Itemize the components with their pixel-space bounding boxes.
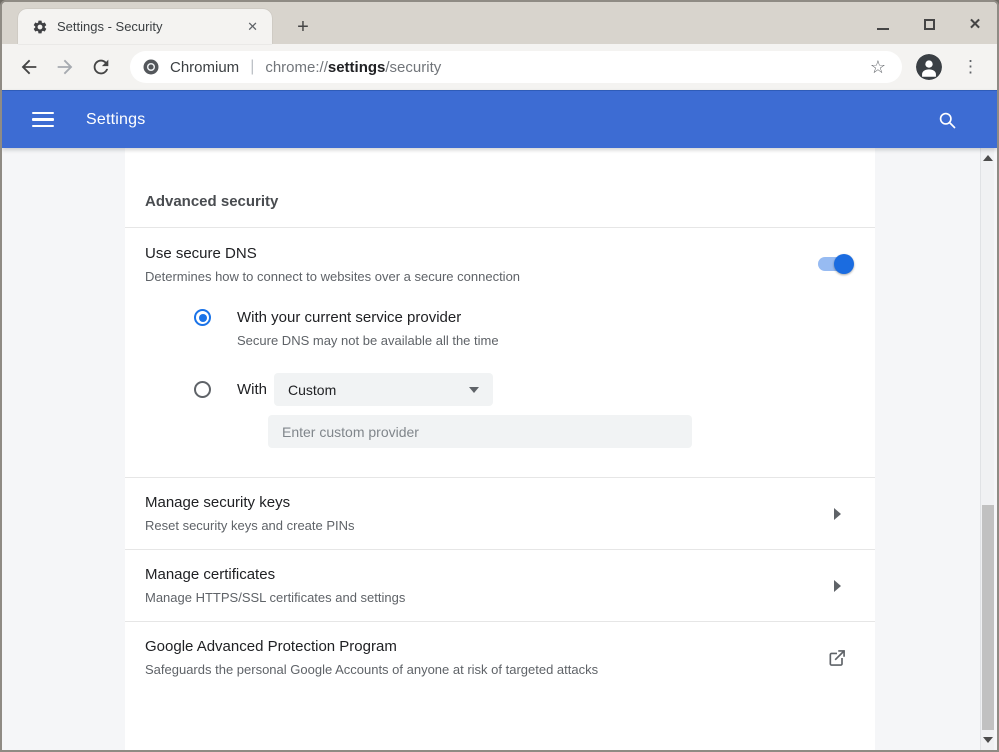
new-tab-button[interactable]: + [290, 16, 316, 40]
settings-gear-icon [32, 19, 48, 35]
dns-option-custom[interactable]: With Custom [194, 373, 855, 406]
chromium-logo-icon [142, 58, 160, 76]
browser-toolbar: Chromium | chrome://settings/security ☆ … [2, 44, 997, 90]
row-title: Manage certificates [145, 566, 815, 583]
tab-title: Settings - Security [57, 19, 243, 34]
tab-close-icon[interactable]: ✕ [243, 17, 262, 37]
window-close-button[interactable]: ✕ [967, 16, 983, 32]
radio-unselected-icon[interactable] [194, 381, 211, 398]
chevron-right-icon [834, 508, 841, 520]
custom-provider-input[interactable] [268, 415, 692, 448]
address-bar[interactable]: Chromium | chrome://settings/security ☆ [130, 51, 902, 83]
secure-dns-title: Use secure DNS [145, 245, 855, 262]
site-name: Chromium [170, 59, 239, 76]
settings-content: Advanced security Use secure DNS Determi… [2, 148, 997, 750]
secure-dns-toggle[interactable] [818, 257, 851, 271]
external-link-icon [827, 648, 847, 668]
browser-window: Settings - Security ✕ + ✕ Chromium | chr… [0, 0, 999, 752]
minimize-button[interactable] [875, 16, 891, 32]
settings-title: Settings [86, 111, 145, 129]
section-heading: Advanced security [125, 148, 875, 228]
settings-header: Settings [2, 90, 997, 148]
row-subtitle: Manage HTTPS/SSL certificates and settin… [145, 590, 815, 605]
url-scheme: chrome:// [265, 59, 328, 76]
row-title: Google Advanced Protection Program [145, 638, 815, 655]
scroll-up-icon[interactable] [981, 150, 994, 166]
row-subtitle: Reset security keys and create PINs [145, 518, 815, 533]
url-separator: | [250, 58, 254, 76]
forward-icon[interactable] [54, 56, 76, 78]
reload-icon[interactable] [90, 56, 112, 78]
back-icon[interactable] [18, 56, 40, 78]
row-title: Manage security keys [145, 494, 815, 511]
hamburger-menu-icon[interactable] [32, 108, 54, 132]
scrollbar-thumb[interactable] [982, 505, 994, 730]
advanced-protection-row[interactable]: Google Advanced Protection Program Safeg… [125, 621, 875, 693]
tab-strip: Settings - Security ✕ + ✕ [2, 2, 997, 44]
scrollbar[interactable] [980, 148, 994, 750]
bookmark-star-icon[interactable]: ☆ [864, 57, 892, 78]
dns-option-custom-label: With [237, 381, 267, 398]
manage-certificates-row[interactable]: Manage certificates Manage HTTPS/SSL cer… [125, 549, 875, 621]
radio-selected-icon[interactable] [194, 309, 211, 326]
window-controls: ✕ [875, 16, 983, 32]
row-subtitle: Safeguards the personal Google Accounts … [145, 662, 815, 677]
secure-dns-section: Use secure DNS Determines how to connect… [125, 228, 875, 477]
manage-security-keys-row[interactable]: Manage security keys Reset security keys… [125, 477, 875, 549]
dropdown-value: Custom [288, 382, 336, 398]
scroll-down-icon[interactable] [981, 732, 994, 748]
profile-avatar[interactable] [916, 54, 942, 80]
tab-settings-security[interactable]: Settings - Security ✕ [18, 9, 272, 44]
secure-dns-subtitle: Determines how to connect to websites ov… [145, 269, 855, 284]
security-card: Advanced security Use secure DNS Determi… [125, 148, 875, 750]
chevron-down-icon [469, 387, 479, 393]
browser-menu-icon[interactable]: ⋮ [956, 57, 985, 77]
custom-provider-dropdown[interactable]: Custom [274, 373, 493, 406]
maximize-button[interactable] [921, 16, 937, 32]
dns-option-provider-sublabel: Secure DNS may not be available all the … [237, 333, 499, 348]
search-icon[interactable] [937, 110, 957, 130]
dns-option-provider[interactable]: With your current service provider Secur… [194, 309, 855, 348]
url-path: /security [385, 59, 441, 76]
chevron-right-icon [834, 580, 841, 592]
dns-option-provider-label: With your current service provider [237, 309, 499, 326]
url-host: settings [328, 59, 386, 76]
